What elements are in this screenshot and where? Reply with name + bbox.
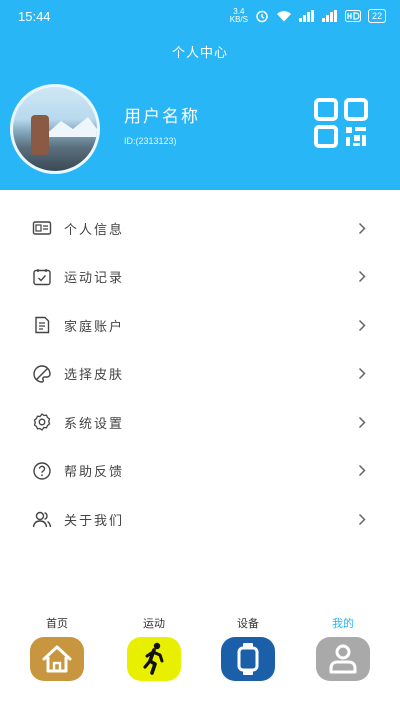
menu-label: 系统设置 [64, 416, 125, 432]
chevron-right-icon [358, 222, 366, 234]
network-speed-unit: KB/S [229, 15, 248, 24]
wifi-icon [276, 11, 291, 22]
menu-item-choose-skin[interactable]: 选择皮肤 [0, 350, 400, 399]
id-card-icon [32, 221, 52, 235]
bottom-tab-bar: 首页 运动 设备 我的 [0, 615, 400, 711]
user-id: ID:(2313123) [124, 136, 177, 146]
menu-item-about-us[interactable]: 关于我们 [0, 495, 400, 544]
signal-icon-2 [321, 10, 337, 22]
chevron-right-icon [358, 416, 366, 428]
watch-icon [237, 643, 259, 675]
menu-label: 关于我们 [64, 513, 125, 529]
tab-home[interactable]: 首页 [27, 615, 87, 681]
chevron-right-icon [358, 513, 366, 525]
tab-label: 设备 [237, 617, 259, 630]
menu-label: 家庭账户 [64, 319, 125, 335]
mine-button[interactable] [316, 637, 370, 681]
alarm-icon [256, 10, 268, 23]
signal-icon [298, 10, 314, 22]
tab-label: 首页 [46, 617, 68, 630]
qr-code-icon[interactable] [313, 97, 369, 149]
palette-icon [33, 365, 51, 383]
tab-device[interactable]: 设备 [218, 615, 278, 681]
running-icon [143, 642, 164, 675]
hd-icon [344, 10, 361, 22]
network-speed: 3.4 KB/S [230, 8, 248, 24]
status-bar: 15:44 3.4 KB/S 22 [0, 0, 400, 34]
menu-item-system-settings[interactable]: 系统设置 [0, 398, 400, 447]
status-icons: 3.4 KB/S 22 [230, 8, 386, 24]
battery-indicator: 22 [367, 9, 386, 23]
chevron-right-icon [358, 271, 366, 283]
menu-item-sport-records[interactable]: 运动记录 [0, 253, 400, 302]
user-name: 用户名称 [124, 107, 200, 127]
gear-icon [33, 413, 51, 432]
page-title: 个人中心 [171, 46, 228, 61]
avatar[interactable] [10, 84, 100, 174]
tab-mine[interactable]: 我的 [313, 615, 373, 681]
menu-label: 帮助反馈 [64, 465, 125, 481]
home-icon [42, 645, 72, 673]
avatar-figure [31, 115, 49, 155]
menu-item-help-feedback[interactable]: 帮助反馈 [0, 447, 400, 496]
tab-label: 运动 [143, 617, 165, 630]
sport-button[interactable] [127, 637, 181, 681]
tab-sport[interactable]: 运动 [124, 615, 184, 681]
calendar-icon [33, 268, 51, 285]
menu-item-family-account[interactable]: 家庭账户 [0, 301, 400, 350]
tab-label: 我的 [332, 617, 354, 630]
menu-label: 个人信息 [64, 222, 125, 238]
device-button[interactable] [221, 637, 275, 681]
profile-header: 15:44 3.4 KB/S 22 个人中心 用户名称 ID:(2313123) [0, 0, 400, 190]
menu-item-personal-info[interactable]: 个人信息 [0, 204, 400, 253]
user-icon [329, 644, 357, 674]
avatar-mountain [43, 117, 97, 137]
document-icon [35, 317, 50, 334]
chevron-right-icon [358, 368, 366, 380]
menu-label: 运动记录 [64, 271, 125, 287]
help-icon [33, 462, 51, 480]
chevron-right-icon [358, 319, 366, 331]
status-time: 15:44 [18, 9, 51, 24]
menu-label: 选择皮肤 [64, 368, 125, 384]
home-button[interactable] [30, 637, 84, 681]
chevron-right-icon [358, 465, 366, 477]
users-icon [32, 512, 52, 528]
settings-menu: 个人信息 运动记录 家庭账户 选择皮肤 系统设置 帮助反馈 关于我们 [0, 204, 400, 544]
